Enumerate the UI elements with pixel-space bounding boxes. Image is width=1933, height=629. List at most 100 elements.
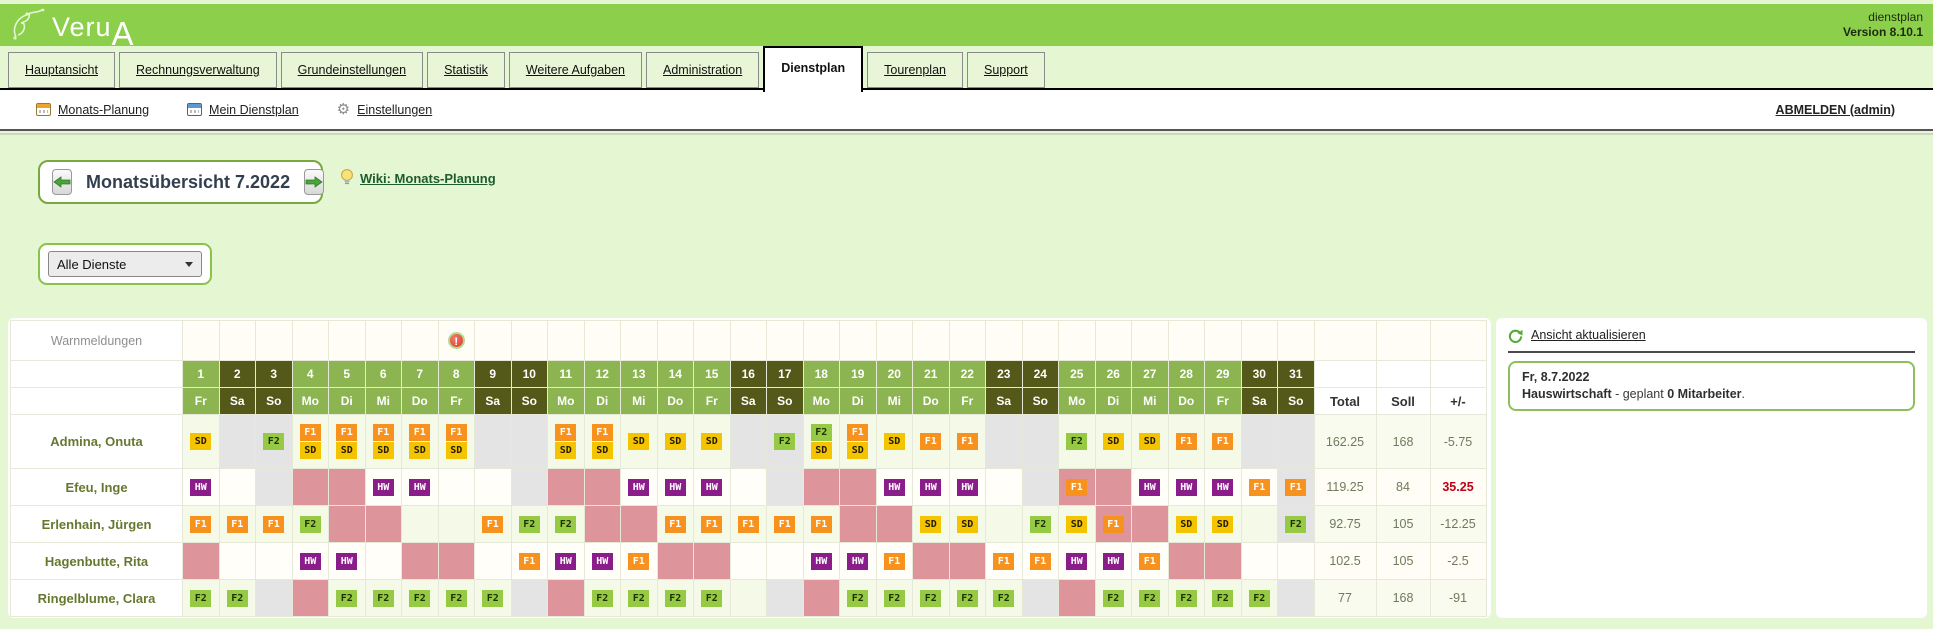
- shift-badge-f2[interactable]: F2: [555, 516, 576, 533]
- day-header-2[interactable]: 2: [219, 361, 256, 388]
- warning-cell-day-21[interactable]: [913, 321, 950, 361]
- day-cell-27[interactable]: F2: [1132, 580, 1169, 617]
- day-cell-24[interactable]: F1: [1022, 543, 1059, 580]
- day-cell-9[interactable]: F2: [475, 580, 512, 617]
- shift-badge-f1[interactable]: F1: [1249, 479, 1270, 496]
- day-cell-28[interactable]: F2: [1168, 580, 1205, 617]
- day-cell-2[interactable]: [219, 543, 256, 580]
- day-cell-11[interactable]: [548, 580, 585, 617]
- day-cell-19[interactable]: [840, 469, 877, 506]
- day-cell-19[interactable]: HW: [840, 543, 877, 580]
- shift-badge-f2[interactable]: F2: [263, 433, 284, 450]
- day-cell-17[interactable]: F2: [767, 415, 804, 469]
- day-cell-14[interactable]: F2: [657, 580, 694, 617]
- shift-badge-f1[interactable]: F1: [847, 424, 868, 441]
- warning-icon[interactable]: !: [448, 332, 465, 349]
- day-cell-31[interactable]: F1: [1278, 469, 1315, 506]
- day-cell-23[interactable]: F1: [986, 543, 1023, 580]
- shift-badge-sd[interactable]: SD: [920, 516, 941, 533]
- shift-badge-f2[interactable]: F2: [227, 590, 248, 607]
- shift-badge-f2[interactable]: F2: [519, 516, 540, 533]
- warning-cell-day-1[interactable]: [183, 321, 220, 361]
- refresh-view-link[interactable]: Ansicht aktualisieren: [1531, 328, 1646, 342]
- shift-badge-f2[interactable]: F2: [993, 590, 1014, 607]
- day-cell-25[interactable]: [1059, 580, 1096, 617]
- day-cell-4[interactable]: HW: [292, 543, 329, 580]
- day-header-19[interactable]: 19: [840, 361, 877, 388]
- shift-badge-hw[interactable]: HW: [409, 479, 430, 496]
- day-cell-3[interactable]: F1: [256, 506, 293, 543]
- day-cell-4[interactable]: F1SD: [292, 415, 329, 469]
- day-cell-4[interactable]: [292, 469, 329, 506]
- warning-cell-day-22[interactable]: [949, 321, 986, 361]
- shift-badge-f2[interactable]: F2: [1285, 516, 1306, 533]
- day-header-23[interactable]: 23: [986, 361, 1023, 388]
- day-header-10[interactable]: 10: [511, 361, 548, 388]
- shift-badge-f2[interactable]: F2: [811, 424, 832, 441]
- day-cell-19[interactable]: [840, 506, 877, 543]
- day-cell-20[interactable]: HW: [876, 469, 913, 506]
- shift-badge-f2[interactable]: F2: [300, 516, 321, 533]
- day-cell-17[interactable]: [767, 580, 804, 617]
- day-cell-26[interactable]: [1095, 469, 1132, 506]
- day-header-27[interactable]: 27: [1132, 361, 1169, 388]
- warning-cell-day-12[interactable]: [584, 321, 621, 361]
- day-cell-21[interactable]: SD: [913, 506, 950, 543]
- shift-badge-f2[interactable]: F2: [1103, 590, 1124, 607]
- day-cell-11[interactable]: HW: [548, 543, 585, 580]
- day-header-4[interactable]: 4: [292, 361, 329, 388]
- wiki-link[interactable]: Wiki: Monats-Planung: [360, 171, 496, 186]
- day-cell-13[interactable]: F2: [621, 580, 658, 617]
- day-cell-2[interactable]: [219, 469, 256, 506]
- day-cell-9[interactable]: F1: [475, 506, 512, 543]
- day-cell-9[interactable]: [475, 415, 512, 469]
- tab-tourenplan[interactable]: Tourenplan: [867, 52, 963, 88]
- day-cell-7[interactable]: F2: [402, 580, 439, 617]
- day-header-9[interactable]: 9: [475, 361, 512, 388]
- shift-badge-sd[interactable]: SD: [1212, 516, 1233, 533]
- shift-badge-f1[interactable]: F1: [482, 516, 503, 533]
- day-cell-8[interactable]: [438, 506, 475, 543]
- day-cell-28[interactable]: [1168, 543, 1205, 580]
- day-cell-15[interactable]: HW: [694, 469, 731, 506]
- day-cell-23[interactable]: [986, 469, 1023, 506]
- day-header-3[interactable]: 3: [256, 361, 293, 388]
- day-cell-18[interactable]: F2SD: [803, 415, 840, 469]
- day-cell-6[interactable]: HW: [365, 469, 402, 506]
- shift-badge-f1[interactable]: F1: [920, 433, 941, 450]
- day-header-12[interactable]: 12: [584, 361, 621, 388]
- day-cell-15[interactable]: F1: [694, 506, 731, 543]
- day-cell-27[interactable]: HW: [1132, 469, 1169, 506]
- day-cell-22[interactable]: SD: [949, 506, 986, 543]
- warning-cell-day-26[interactable]: [1095, 321, 1132, 361]
- shift-badge-f1[interactable]: F1: [957, 433, 978, 450]
- day-cell-26[interactable]: HW: [1095, 543, 1132, 580]
- day-cell-21[interactable]: F2: [913, 580, 950, 617]
- day-cell-20[interactable]: SD: [876, 415, 913, 469]
- tab-weitere-aufgaben[interactable]: Weitere Aufgaben: [509, 52, 642, 88]
- day-cell-16[interactable]: [730, 415, 767, 469]
- toolbar-link-monats-planung[interactable]: Monats-Planung: [58, 103, 149, 117]
- day-cell-1[interactable]: F1: [183, 506, 220, 543]
- shift-badge-f2[interactable]: F2: [482, 590, 503, 607]
- day-cell-25[interactable]: HW: [1059, 543, 1096, 580]
- shift-badge-sd[interactable]: SD: [1176, 516, 1197, 533]
- shift-badge-sd[interactable]: SD: [847, 442, 868, 459]
- day-cell-22[interactable]: F2: [949, 580, 986, 617]
- day-cell-13[interactable]: HW: [621, 469, 658, 506]
- day-cell-18[interactable]: [803, 469, 840, 506]
- shift-badge-hw[interactable]: HW: [373, 479, 394, 496]
- shift-badge-f2[interactable]: F2: [1066, 433, 1087, 450]
- shift-badge-f2[interactable]: F2: [373, 590, 394, 607]
- day-header-24[interactable]: 24: [1022, 361, 1059, 388]
- day-cell-14[interactable]: F1: [657, 506, 694, 543]
- day-cell-23[interactable]: [986, 415, 1023, 469]
- shift-badge-hw[interactable]: HW: [847, 553, 868, 570]
- shift-badge-f1[interactable]: F1: [227, 516, 248, 533]
- day-cell-17[interactable]: [767, 543, 804, 580]
- toolbar-link-einstellungen[interactable]: Einstellungen: [357, 103, 432, 117]
- warning-cell-day-24[interactable]: [1022, 321, 1059, 361]
- day-cell-22[interactable]: F1: [949, 415, 986, 469]
- day-cell-5[interactable]: F2: [329, 580, 366, 617]
- day-header-13[interactable]: 13: [621, 361, 658, 388]
